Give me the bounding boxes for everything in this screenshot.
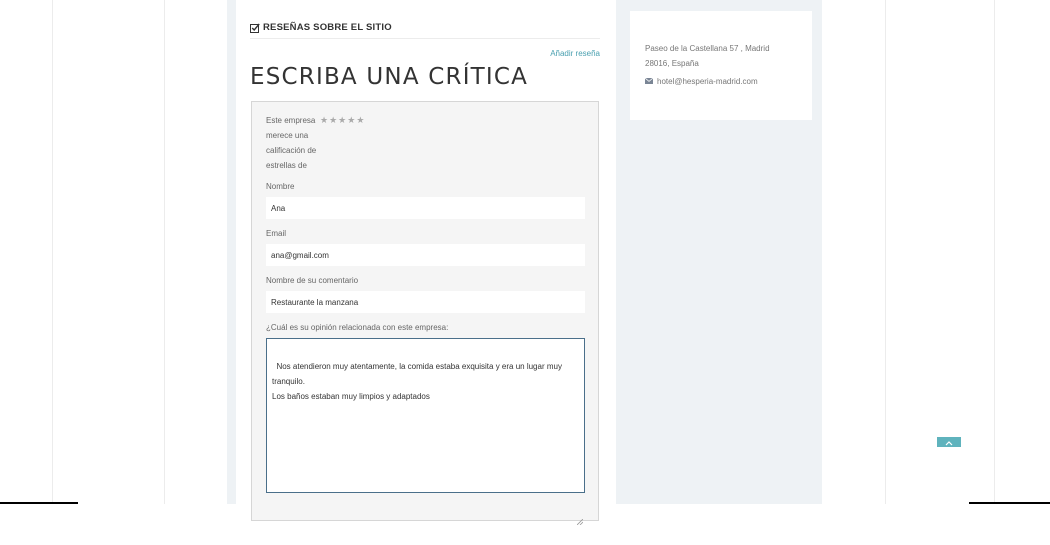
section-title-text: RESEÑAS SOBRE EL SITIO	[263, 22, 392, 33]
hotel-address: Paseo de la Castellana 57 , Madrid 28016…	[645, 44, 770, 68]
name-field[interactable]: Ana	[266, 197, 585, 219]
page-divider	[885, 0, 886, 504]
star-3-icon[interactable]: ★	[338, 113, 346, 127]
section-title: RESEÑAS SOBRE EL SITIO	[250, 22, 392, 33]
star-2-icon[interactable]: ★	[329, 113, 337, 127]
content-gutter	[227, 0, 236, 504]
hotel-email[interactable]: hotel@hesperia-madrid.com	[644, 77, 758, 86]
chevron-up-icon	[945, 441, 953, 446]
page-divider	[994, 0, 995, 504]
page-divider	[52, 0, 53, 504]
comment-title-label: Nombre de su comentario	[266, 276, 359, 285]
name-label: Nombre	[266, 182, 295, 191]
opinion-textarea[interactable]: Nos atendieron muy atentamente, la comid…	[266, 338, 585, 526]
envelope-icon	[644, 77, 654, 86]
page-divider	[164, 0, 165, 504]
rating-label: Este empresa merece una calificación de …	[266, 116, 317, 170]
add-review-link[interactable]: Añadir reseña	[550, 49, 600, 58]
email-field[interactable]: ana@gmail.com	[266, 244, 585, 266]
opinion-text: Nos atendieron muy atentamente, la comid…	[272, 362, 562, 401]
star-4-icon[interactable]: ★	[347, 113, 355, 127]
divider	[250, 38, 600, 39]
email-label: Email	[266, 229, 287, 238]
star-rating[interactable]: ★ ★ ★ ★ ★	[320, 113, 364, 127]
star-1-icon[interactable]: ★	[320, 113, 328, 127]
star-5-icon[interactable]: ★	[356, 113, 364, 127]
resize-handle-icon[interactable]	[576, 485, 584, 526]
check-square-icon	[250, 23, 260, 33]
opinion-label: ¿Cuál es su opinión relacionada con este…	[266, 323, 449, 332]
page-title: ESCRIBA UNA CRÍTICA	[250, 64, 529, 90]
comment-title-field[interactable]: Restaurante la manzana	[266, 291, 585, 313]
scroll-to-top-button[interactable]	[937, 437, 961, 447]
hotel-email-text[interactable]: hotel@hesperia-madrid.com	[657, 77, 758, 86]
